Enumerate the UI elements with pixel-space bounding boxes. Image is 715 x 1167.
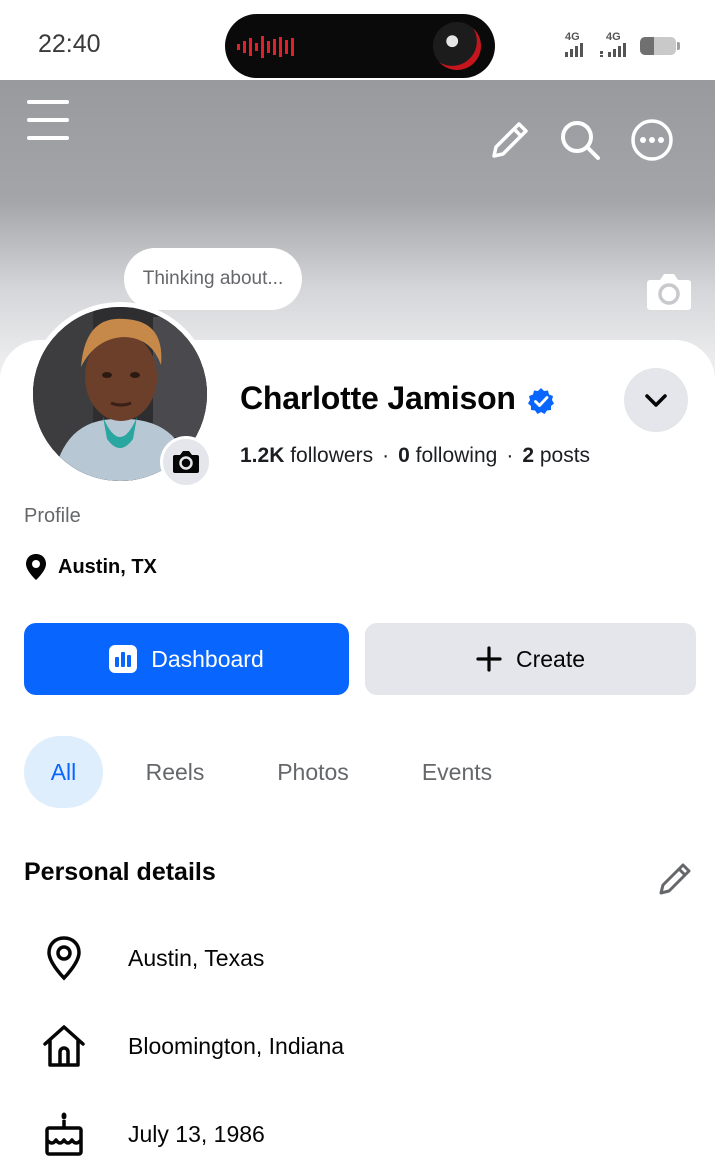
following-count[interactable]: 0 (398, 444, 410, 467)
thought-bubble[interactable]: Thinking about... (124, 248, 302, 310)
create-button[interactable]: Create (365, 623, 696, 695)
plus-icon (476, 646, 502, 672)
audio-waveform-icon (237, 36, 294, 58)
birthday-cake-icon (45, 1112, 83, 1156)
more-icon[interactable] (628, 116, 676, 164)
dashboard-label: Dashboard (151, 645, 264, 672)
home-icon (43, 1025, 85, 1067)
status-bar: 22:40 4G 4G (0, 0, 715, 80)
dashboard-button[interactable]: Dashboard (24, 623, 349, 695)
tab-events[interactable]: Events (406, 736, 508, 808)
search-icon[interactable] (556, 116, 604, 164)
following-label[interactable]: following (416, 444, 498, 467)
pencil-icon[interactable] (486, 116, 534, 164)
network-label-2: 4G (606, 31, 621, 43)
profile-name: Charlotte Jamison (240, 380, 516, 416)
menu-icon[interactable] (24, 96, 72, 144)
verified-badge-icon[interactable] (527, 387, 555, 415)
tab-reels[interactable]: Reels (132, 736, 218, 808)
profile-stats: 1.2K followers · 0 following · 2 posts (240, 444, 591, 467)
create-label: Create (515, 645, 586, 672)
battery-level (640, 37, 654, 55)
tab-photos[interactable]: Photos (260, 736, 366, 808)
posts-label: posts (539, 444, 591, 467)
profile-options-button[interactable] (624, 368, 688, 432)
battery-icon (640, 37, 676, 55)
location-text: Austin, TX (58, 555, 157, 578)
location-pin-icon (26, 554, 46, 580)
hometown: Bloomington, Indiana (128, 1033, 345, 1059)
album-art (433, 22, 481, 70)
posts-count: 2 (522, 444, 535, 467)
network-label-1: 4G (565, 31, 580, 43)
signal-icon (600, 43, 626, 57)
personal-details-heading: Personal details (24, 858, 216, 886)
tab-all[interactable]: All (24, 736, 103, 808)
followers-label[interactable]: followers (290, 444, 373, 467)
change-avatar-button[interactable] (160, 436, 212, 488)
dynamic-island[interactable] (225, 14, 495, 78)
birthday: July 13, 1986 (128, 1121, 265, 1147)
dashboard-icon (109, 645, 138, 673)
battery-tip (677, 42, 680, 50)
signal-icon (565, 43, 583, 57)
profile-category: Profile (24, 505, 81, 527)
camera-icon (173, 451, 199, 473)
followers-count[interactable]: 1.2K (240, 444, 284, 467)
location-pin-icon (47, 936, 81, 981)
edit-pencil-icon[interactable] (656, 858, 696, 898)
chevron-down-icon (645, 394, 667, 407)
location-row: Austin, TX (24, 553, 157, 581)
camera-icon[interactable] (646, 270, 692, 312)
status-time: 22:40 (38, 30, 101, 58)
current-city: Austin, Texas (128, 945, 265, 971)
